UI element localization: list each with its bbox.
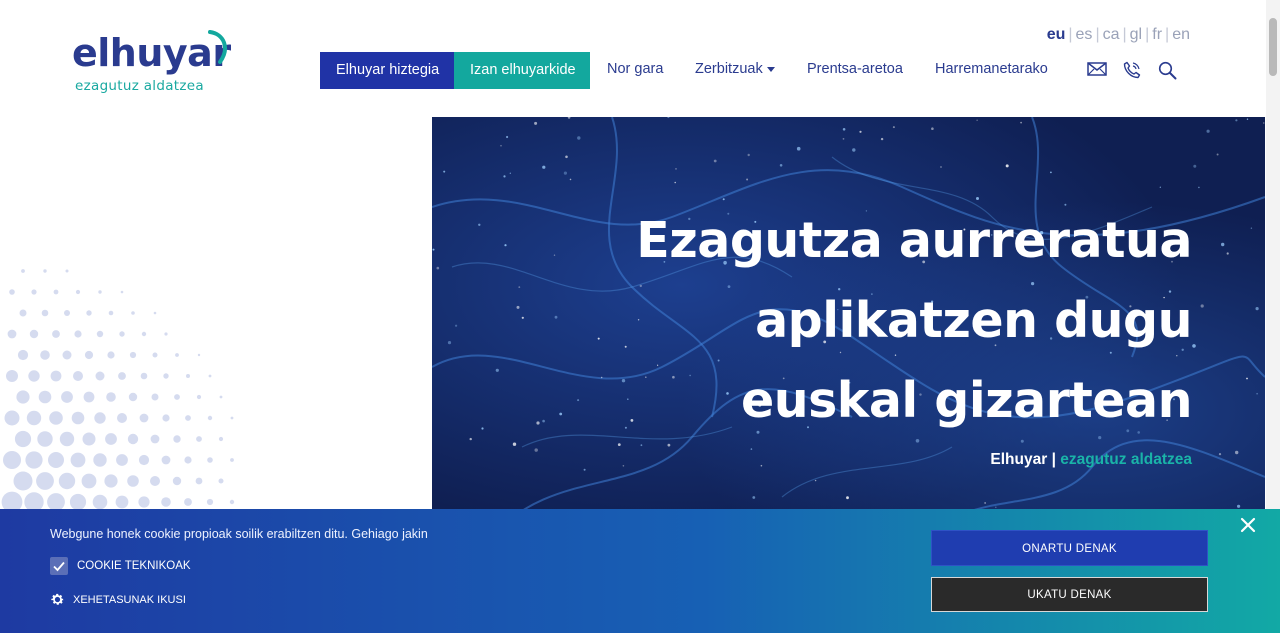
cookie-banner: Webgune honek cookie propioak soilik era…: [0, 509, 1280, 633]
cookie-technical-checkbox[interactable]: COOKIE TEKNIKOAK: [50, 557, 191, 575]
gear-icon: [51, 593, 64, 605]
site-logo[interactable]: elhuyar ezagutuz aldatzea: [72, 30, 242, 100]
hero-subtitle-tagline: ezagutuz aldatzea: [1060, 451, 1192, 468]
lang-eu[interactable]: eu: [1045, 26, 1068, 44]
cookie-details-toggle[interactable]: XEHETASUNAK IKUSI: [50, 592, 186, 607]
nav-item-services-label: Zerbitzuak: [695, 61, 763, 77]
hero-subtitle-brand: Elhuyar: [990, 451, 1048, 468]
hero-title-line-1: Ezagutza aurreratua: [636, 212, 1192, 269]
hero-title-line-3: euskal gizartean: [740, 372, 1193, 429]
hero-title-line-2: aplikatzen dugu: [755, 292, 1192, 349]
cookie-message[interactable]: Webgune honek cookie propioak soilik era…: [50, 527, 428, 541]
phone-icon[interactable]: [1123, 61, 1141, 79]
mail-icon[interactable]: [1087, 61, 1107, 77]
logo-tagline: ezagutuz aldatzea: [75, 78, 204, 94]
checkbox-checked-icon[interactable]: [50, 557, 68, 575]
nav-item-contact[interactable]: Harremanetarako: [935, 61, 1048, 77]
cookie-checkbox-label: COOKIE TEKNIKOAK: [77, 560, 191, 572]
nav-item-about[interactable]: Nor gara: [607, 61, 663, 77]
decorative-dots: [1, 269, 235, 530]
close-icon[interactable]: [1240, 517, 1256, 533]
search-icon[interactable]: [1158, 61, 1177, 80]
member-button[interactable]: Izan elhuyarkide: [454, 52, 590, 89]
hero-banner: Ezagutza aurreratua aplikatzen dugu eusk…: [432, 117, 1265, 537]
logo-wordmark: elhuyar: [72, 31, 231, 75]
lang-gl[interactable]: gl: [1128, 26, 1144, 44]
lang-ca[interactable]: ca: [1101, 26, 1122, 44]
lang-fr[interactable]: fr: [1150, 26, 1164, 44]
cookie-details-label: XEHETASUNAK IKUSI: [73, 593, 186, 606]
nav-item-press[interactable]: Prentsa-aretoa: [807, 61, 903, 77]
chevron-down-icon: [766, 66, 775, 72]
main-nav: Elhuyar hiztegia Izan elhuyarkide: [320, 52, 590, 89]
scrollbar-thumb[interactable]: [1269, 18, 1277, 76]
language-switcher: eu | es | ca | gl | fr | en: [1045, 26, 1192, 44]
logo-arc-icon: [208, 30, 227, 64]
lang-en[interactable]: en: [1170, 26, 1192, 44]
dictionary-button[interactable]: Elhuyar hiztegia: [320, 52, 454, 89]
hero-title: Ezagutza aurreratua aplikatzen dugu eusk…: [636, 201, 1192, 441]
nav-item-services[interactable]: Zerbitzuak: [695, 61, 775, 77]
lang-es[interactable]: es: [1074, 26, 1095, 44]
reject-all-button[interactable]: UKATU DENAK: [931, 577, 1208, 612]
hero-subtitle-separator: |: [1047, 451, 1061, 468]
accept-all-button[interactable]: ONARTU DENAK: [931, 530, 1208, 566]
hero-subtitle: Elhuyar | ezagutuz aldatzea: [990, 451, 1192, 469]
